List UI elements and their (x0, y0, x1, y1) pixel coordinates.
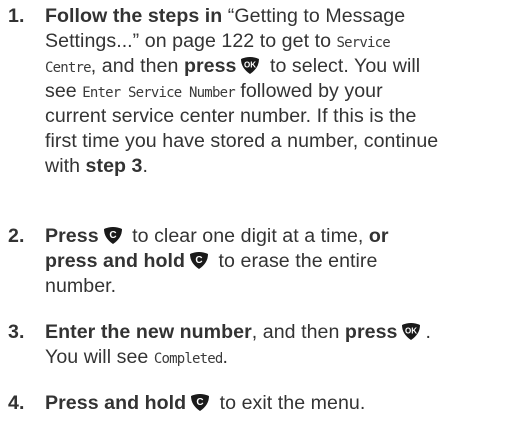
step-lead: Enter the new number (45, 321, 252, 343)
step-number: 4. (8, 392, 25, 414)
step-text: to select. You will (264, 55, 421, 77)
step-lead: Press (45, 225, 99, 247)
step-body: Press C to clear one digit at a time, or … (45, 224, 529, 299)
display-text-centre: Centre (45, 60, 92, 76)
step-text: , and then (90, 55, 184, 77)
step-bold: press and hold (45, 250, 186, 272)
press-word: press (344, 321, 398, 343)
display-text-service: Service (336, 35, 391, 51)
step-text: . (222, 346, 229, 368)
ok-key-label: OK (244, 61, 256, 70)
step-body: Press and hold C to exit the menu. (45, 391, 529, 416)
step-text: first time you have stored a number, con… (45, 130, 439, 152)
step-text: , and then (251, 321, 345, 343)
ok-key-icon: OK (400, 321, 422, 341)
step-text: “Getting to Message (222, 5, 406, 27)
clear-key-label: C (195, 255, 202, 266)
instructions-page: 1. Follow the steps in “Getting to Messa… (0, 0, 529, 432)
step-text: see (45, 80, 83, 102)
step-number: 3. (8, 321, 25, 343)
clear-key-label: C (197, 397, 204, 408)
step-text: You will see (45, 346, 154, 368)
ok-key-icon: OK (239, 55, 261, 75)
step-number: 1. (8, 5, 25, 27)
clear-key-icon: C (188, 250, 210, 270)
step-text: Settings...” on page 122 to get to (45, 30, 337, 52)
step-text: with (45, 155, 86, 177)
step-reference: step 3 (85, 155, 143, 177)
step-bold: or (368, 225, 389, 247)
step-body: Follow the steps in “Getting to Message … (45, 4, 529, 179)
step-text: to erase the entire (213, 250, 378, 272)
clear-key-icon: C (189, 392, 211, 412)
step-text: to exit the menu. (214, 392, 366, 414)
display-text-completed: Completed (153, 351, 223, 367)
step-lead: Follow the steps in (45, 5, 223, 27)
step-lead: Press and hold (45, 392, 187, 414)
step-text: . (425, 321, 431, 343)
clear-key-label: C (109, 230, 116, 241)
step-text: to clear one digit at a time, (126, 225, 369, 247)
step-text: current service center number. If this i… (45, 105, 417, 127)
step-text: number. (45, 275, 117, 297)
ok-key-label: OK (405, 327, 417, 336)
step-body: Enter the new number, and then press OK. … (45, 320, 529, 370)
press-word: press (183, 55, 237, 77)
step-text: followed by your (234, 80, 383, 102)
step-number: 2. (8, 225, 25, 247)
step-text: . (142, 155, 148, 177)
display-text-enter-service-number: Enter Service Number (82, 85, 235, 101)
clear-key-icon: C (102, 225, 124, 245)
